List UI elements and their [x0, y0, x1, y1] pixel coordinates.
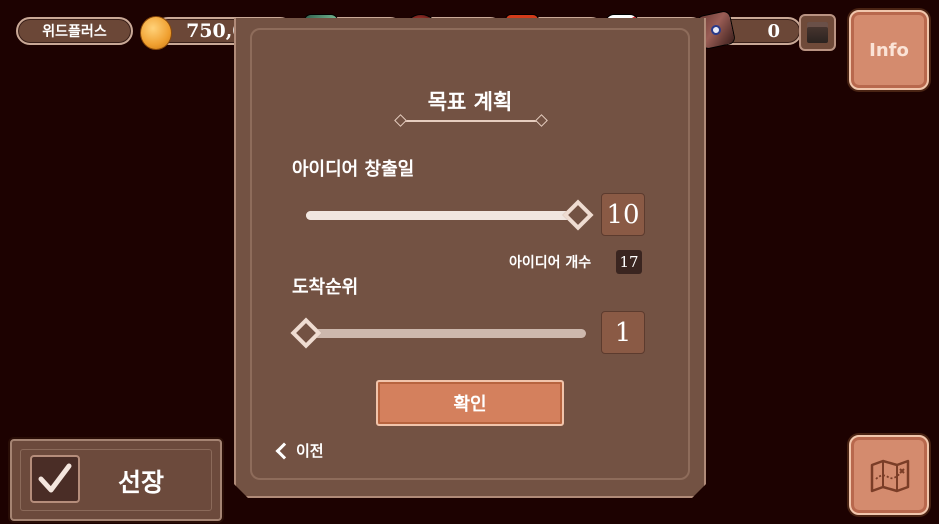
idea-output-slider-fill [306, 211, 578, 220]
captain-label: 선장 [118, 468, 165, 497]
captain-checkbox[interactable] [30, 455, 80, 503]
gold-coin-icon [140, 16, 172, 50]
player-name-badge: 위드플러스 [16, 17, 133, 45]
checkmark-icon [38, 463, 72, 493]
title-divider [402, 120, 540, 122]
info-button-label: Info [869, 39, 909, 61]
arrival-rank-slider-track[interactable] [306, 329, 586, 338]
map-button[interactable] [849, 435, 929, 515]
idea-count-label: 아이디어 개수 [509, 255, 592, 271]
chevron-left-icon [275, 442, 293, 459]
arrival-rank-value: 1 [601, 311, 645, 354]
map-icon [870, 459, 910, 493]
prev-button-label: 이전 [296, 442, 324, 460]
arrival-rank-label: 도착순위 [292, 277, 359, 298]
confirm-button[interactable]: 확인 [376, 380, 564, 426]
idea-output-value: 10 [601, 193, 645, 236]
prev-button[interactable]: 이전 [275, 440, 324, 461]
idea-count-value: 17 [616, 250, 642, 274]
confirm-button-label: 확인 [453, 394, 487, 415]
resource-count: 0 [767, 20, 780, 42]
idea-output-label: 아이디어 창출일 [292, 159, 415, 180]
crate-icon[interactable] [799, 14, 836, 51]
player-name: 위드플러스 [42, 24, 107, 40]
page-title: 목표 계획 [427, 90, 513, 114]
info-button[interactable]: Info [849, 10, 929, 90]
